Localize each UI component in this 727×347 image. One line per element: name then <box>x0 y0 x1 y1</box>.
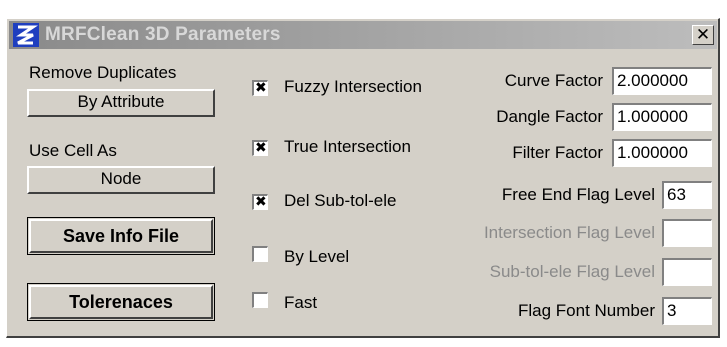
free-end-flag-level-label: Free End Flag Level <box>501 185 655 204</box>
intersection-flag-level-field[interactable] <box>662 219 712 247</box>
tolerances-label: Tolerenaces <box>69 292 173 312</box>
fuzzy-intersection-checkbox[interactable]: ✖ <box>252 79 268 96</box>
filter-factor-label: Filter Factor <box>512 143 603 162</box>
app-logo-icon <box>13 23 39 47</box>
flag-font-number-label: Flag Font Number <box>518 301 655 320</box>
del-sub-tol-ele-checkbox[interactable]: ✖ <box>252 193 268 210</box>
fuzzy-intersection-label[interactable]: Fuzzy Intersection <box>284 77 422 97</box>
true-intersection-checkbox[interactable]: ✖ <box>252 139 268 156</box>
curve-factor-field[interactable]: 2.000000 <box>612 67 712 95</box>
del-sub-tol-ele-label[interactable]: Del Sub-tol-ele <box>284 191 396 211</box>
title-bar[interactable]: MRFClean 3D Parameters ✕ <box>9 21 717 49</box>
dangle-factor-field[interactable]: 1.000000 <box>612 103 712 131</box>
intersection-flag-level-label: Intersection Flag Level <box>483 223 655 242</box>
by-level-checkbox[interactable] <box>252 246 268 262</box>
check-mark-icon: ✖ <box>255 193 267 209</box>
by-level-label[interactable]: By Level <box>284 247 349 267</box>
close-button[interactable]: ✕ <box>692 25 714 45</box>
flag-font-number-field[interactable]: 3 <box>662 297 712 325</box>
fast-checkbox[interactable] <box>252 292 268 308</box>
fast-label[interactable]: Fast <box>284 293 317 313</box>
use-cell-as-label: Use Cell As <box>29 141 117 160</box>
use-cell-as-value: Node <box>100 169 142 188</box>
check-mark-icon: ✖ <box>255 79 267 95</box>
curve-factor-label: Curve Factor <box>504 71 603 90</box>
close-icon: ✕ <box>695 25 711 44</box>
check-mark-icon: ✖ <box>255 139 267 155</box>
sub-tol-ele-flag-level-field[interactable] <box>662 258 712 286</box>
save-info-file-label: Save Info File <box>62 226 180 246</box>
filter-factor-field[interactable]: 1.000000 <box>612 139 712 167</box>
remove-duplicates-label: Remove Duplicates <box>29 63 177 82</box>
save-info-file-button[interactable]: Save Info File <box>27 217 215 255</box>
use-cell-as-button[interactable]: Node <box>27 166 215 194</box>
tolerances-button[interactable]: Tolerenaces <box>27 283 215 321</box>
window-title: MRFClean 3D Parameters <box>45 24 281 45</box>
dangle-factor-label: Dangle Factor <box>496 107 603 126</box>
parameters-dialog: MRFClean 3D Parameters ✕ Remove Duplicat… <box>6 18 720 338</box>
free-end-flag-level-field[interactable]: 63 <box>662 181 712 209</box>
remove-duplicates-button[interactable]: By Attribute <box>27 89 215 117</box>
true-intersection-label[interactable]: True Intersection <box>284 137 411 157</box>
sub-tol-ele-flag-level-label: Sub-tol-ele Flag Level <box>489 262 655 281</box>
remove-duplicates-value: By Attribute <box>77 92 165 111</box>
